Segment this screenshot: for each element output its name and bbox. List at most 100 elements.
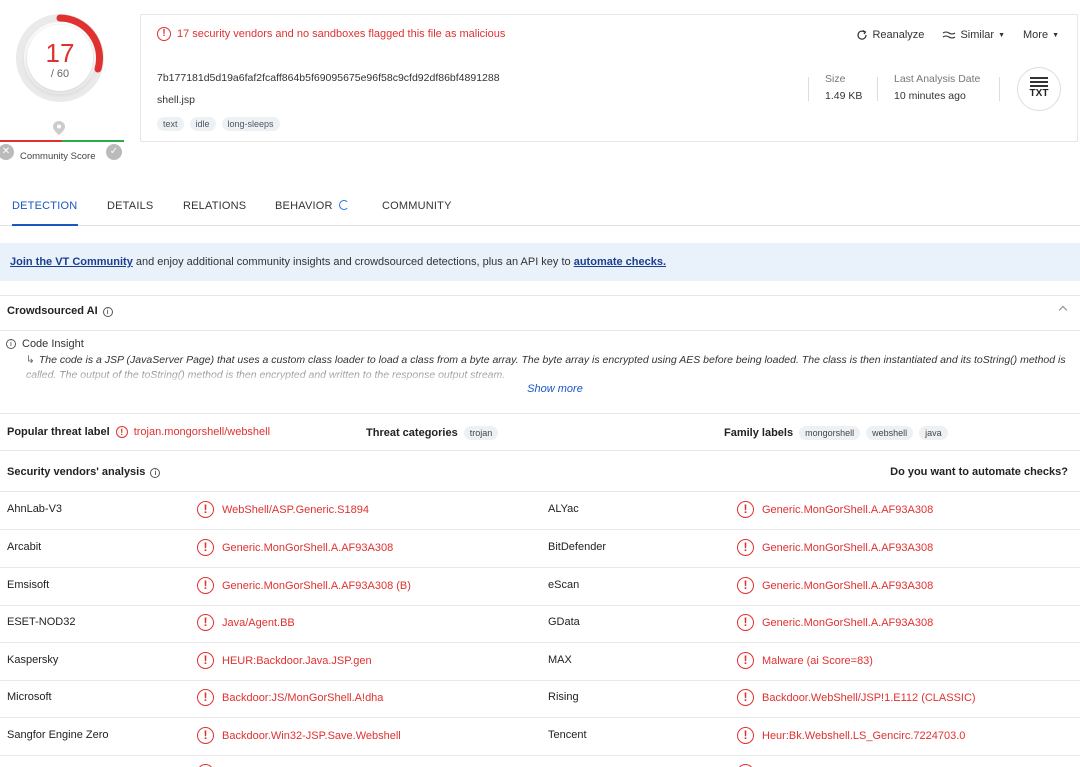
date-value: 10 minutes ago (894, 90, 966, 102)
vote-harmless-icon[interactable]: ✓ (106, 144, 122, 160)
crowdsourced-ai-header[interactable]: Crowdsourced AI i (0, 295, 1080, 330)
info-icon[interactable]: i (102, 307, 113, 317)
detection-name: Generic.MonGorShell.A.AF93A308 (762, 541, 934, 554)
table-row: ESET-NOD32 ! Java/Agent.BB GData ! Generic… (0, 605, 1080, 643)
info-icon: i (6, 339, 16, 349)
vendor-result: ! Generic.MonGorShell.A.AF93A308 (737, 614, 933, 631)
vendors-title-text: Security vendors' analysis (7, 466, 146, 478)
file-tag[interactable]: idle (189, 117, 216, 131)
vendor-name: GData (548, 616, 580, 628)
family-chip[interactable]: mongorshell (799, 426, 861, 440)
tab-community[interactable]: COMMUNITY (382, 200, 452, 226)
file-name: shell.jsp (157, 94, 195, 106)
vendor-result: ! Generic.MonGorShell.A.AF93A308 (737, 539, 933, 556)
last-analysis: Last Analysis Date 10 minutes ago (894, 73, 980, 102)
more-button[interactable]: More ▼ (1023, 29, 1059, 41)
vendor-name: Sangfor Engine Zero (7, 729, 109, 741)
malicious-icon: ! (197, 501, 214, 518)
more-caret-icon: ▼ (1052, 31, 1059, 39)
vendor-result: ! Generic.MonGorShell.A.AF93A308 (197, 539, 393, 556)
file-hash[interactable]: 7b177181d5d19a6faf2fcaff864b5f69095675e9… (157, 72, 500, 84)
meta-divider (808, 77, 809, 101)
tab-bar: DETECTION DETAILS RELATIONS BEHAVIOR COM… (0, 196, 1080, 226)
meta-divider (999, 77, 1000, 101)
vendor-name: MAX (548, 654, 572, 666)
file-tags: text idle long-sleeps (157, 117, 280, 131)
table-row: Microsoft ! Backdoor:JS/MonGorShell.A!dha… (0, 680, 1080, 718)
alert-text: 17 security vendors and no sandboxes fla… (177, 28, 506, 40)
vote-malicious-icon[interactable]: ✕ (0, 144, 14, 160)
size-label: Size (825, 73, 846, 85)
malicious-icon: ! (197, 689, 214, 706)
similar-caret-icon: ▼ (998, 31, 1005, 39)
vendor-name: Kaspersky (7, 654, 59, 666)
vendor-name: Emsisoft (7, 579, 50, 591)
vendor-name: AhnLab-V3 (7, 503, 63, 515)
detection-name: WebShell/ASP.Generic.S1894 (222, 503, 369, 516)
file-type-label: TXT (1029, 88, 1049, 99)
reanalyze-button[interactable]: Reanalyze (856, 29, 924, 41)
file-summary-card: ! 17 security vendors and no sandboxes f… (140, 14, 1078, 142)
meta-divider (877, 77, 878, 101)
vendor-result: ! Backdoor.WebShell/JSP!1.E112 (CLASSIC) (737, 689, 976, 706)
family-labels: Family labels mongorshell webshell java (724, 426, 948, 440)
detection-name: Generic.MonGorShell.A.AF93A308 (762, 579, 934, 592)
file-tag[interactable]: long-sleeps (221, 117, 280, 131)
file-tag[interactable]: text (157, 117, 184, 131)
vendor-name: Tencent (548, 729, 587, 741)
detection-name: Backdoor.WebShell/JSP!1.E112 (CLASSIC) (762, 691, 976, 704)
subdirectory-arrow-icon: ↳ (26, 354, 35, 366)
detection-name: Backdoor.Win32-JSP.Save.Webshell (222, 729, 401, 742)
malicious-icon: ! (197, 614, 214, 631)
show-more-link[interactable]: Show more (0, 383, 1080, 395)
threat-icon: ! (115, 426, 128, 438)
family-chip[interactable]: webshell (866, 426, 914, 440)
vendor-name: ALYac (548, 503, 579, 515)
vendor-result: ! Heur:Bk.Webshell.LS_Gencirc.7224703.0 (737, 727, 965, 744)
vendor-result: ! Malware (ai Score=83) (737, 652, 873, 669)
vendor-name: eScan (548, 579, 580, 591)
detection-name: Generic.MonGorShell.A.AF93A308 (762, 503, 934, 516)
malicious-icon: ! (737, 614, 754, 631)
threat-labels-row: Popular threat label ! trojan.mongorshel… (0, 413, 1080, 451)
category-chip[interactable]: trojan (463, 426, 499, 440)
header-actions: Reanalyze Similar ▼ More ▼ (856, 29, 1059, 41)
info-icon[interactable]: i (150, 468, 161, 478)
community-score-label: Community Score (20, 151, 96, 162)
malicious-icon: ! (737, 577, 754, 594)
tab-behavior[interactable]: BEHAVIOR (275, 200, 349, 226)
alert-icon: ! (157, 27, 171, 41)
crowdsourced-ai-title: Crowdsourced AI (7, 305, 98, 317)
community-score-bar (0, 140, 124, 142)
banner-text: and enjoy additional community insights … (132, 256, 574, 268)
more-label: More (1023, 29, 1049, 41)
reanalyze-icon (857, 29, 868, 40)
malicious-icon: ! (197, 727, 214, 744)
vendor-name: Microsoft (7, 691, 52, 703)
popular-label-value[interactable]: trojan.mongorshell/webshell (134, 426, 270, 438)
malicious-icon: ! (737, 652, 754, 669)
collapse-chevron-icon[interactable] (1058, 305, 1068, 315)
tab-relations[interactable]: RELATIONS (183, 200, 246, 226)
automate-checks-prompt[interactable]: Do you want to automate checks? (890, 466, 1068, 478)
similar-button[interactable]: Similar ▼ (942, 29, 1005, 41)
tab-behavior-label: BEHAVIOR (275, 200, 333, 212)
tab-details[interactable]: DETAILS (107, 200, 153, 226)
detection-count: 17 (45, 38, 75, 68)
vendor-result: ! Generic.MonGorShell.A.AF93A308 (737, 577, 933, 594)
size-value: 1.49 KB (825, 90, 863, 102)
malicious-icon: ! (197, 577, 214, 594)
code-insight-title: i Code Insight (6, 338, 84, 350)
vendor-name: Rising (548, 691, 579, 703)
detection-score: 17 / 60 ✕ ✓ Community Score (0, 8, 124, 168)
code-insight-label: Code Insight (22, 338, 84, 350)
tab-detection[interactable]: DETECTION (12, 200, 78, 226)
popular-label-key: Popular threat label (7, 426, 110, 438)
vendor-name: Arcabit (7, 541, 42, 553)
table-row: AhnLab-V3 ! WebShell/ASP.Generic.S1894 AL… (0, 492, 1080, 530)
join-community-link[interactable]: Join the VT Community (10, 256, 133, 268)
reanalyze-label: Reanalyze (872, 29, 925, 41)
file-type-icon: TXT (1017, 67, 1061, 111)
family-chip[interactable]: java (919, 426, 948, 440)
automate-checks-link[interactable]: automate checks. (574, 256, 666, 268)
